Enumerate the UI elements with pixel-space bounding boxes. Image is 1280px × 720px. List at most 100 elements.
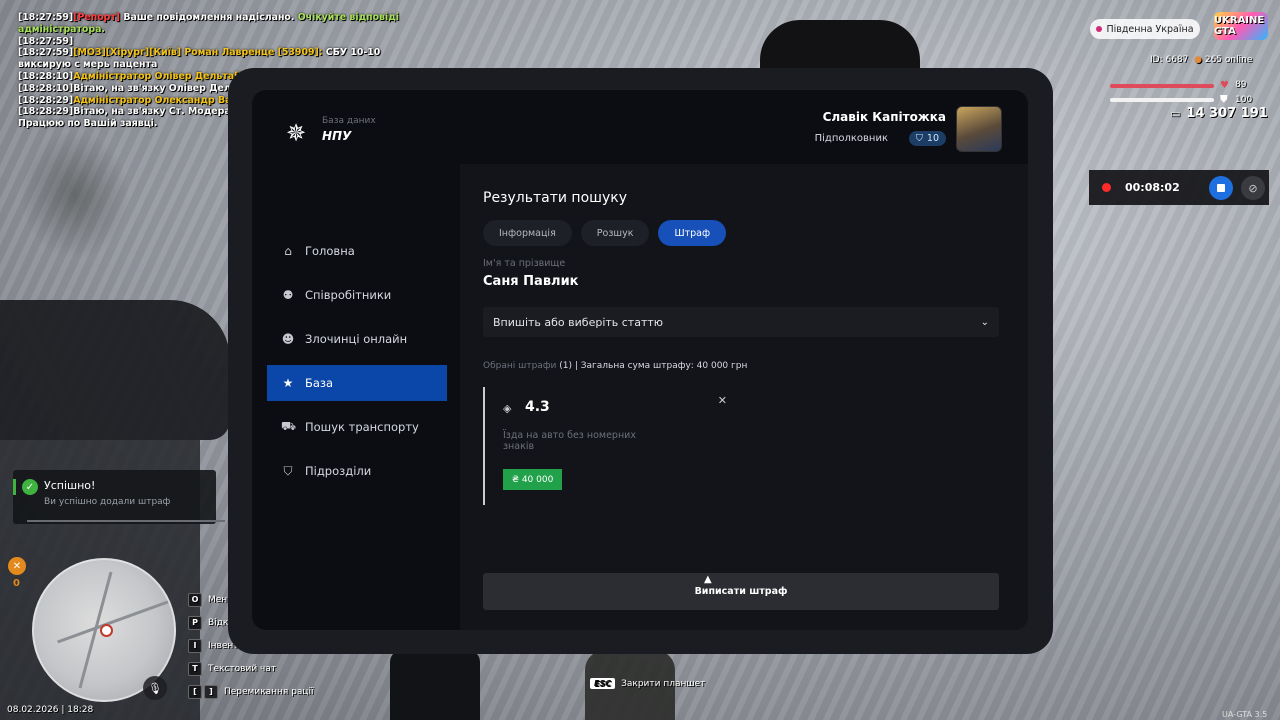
sidebar-item-label: Підрозділи [305, 464, 372, 478]
armor-value: 100 [1235, 95, 1253, 105]
key-cap: ] [204, 684, 218, 699]
main-content: Результати пошуку Інформація Розшук Штраф … [460, 164, 1028, 630]
armor-icon: ⛊ [1220, 94, 1228, 105]
sidebar-item-star[interactable]: ★ База [267, 365, 447, 401]
name-field-value: Саня Павлик [483, 274, 579, 289]
online-icon: ● [1191, 55, 1202, 65]
chat-time: [18:28:10] [18, 82, 74, 94]
car-icon: ⛟ [281, 419, 297, 433]
skull-icon: ☻ [281, 332, 295, 346]
money-icon: ▭ [1170, 107, 1181, 120]
version-text: UA-GTA 3.5 [1222, 710, 1268, 719]
page-title: Результати пошуку [483, 190, 627, 206]
recording-widget: 00:08:02 ⊘ [1089, 170, 1269, 205]
chat-time: [18:28:29] [18, 94, 74, 106]
sidebar-item-label: База [305, 376, 334, 390]
shield-icon: ⛉ [915, 133, 923, 144]
sidebar-item-label: Співробітники [305, 288, 392, 302]
keybind-keys: O [188, 592, 202, 607]
key-cap: I [188, 638, 202, 653]
id-line: ID: 6687 ● 265 online [1150, 55, 1252, 65]
esc-label: Закрити планшет [621, 678, 706, 689]
server-icon [1096, 26, 1103, 32]
health-value: 89 [1235, 80, 1247, 90]
avatar [956, 106, 1002, 152]
money-value: 14 307 191 [1186, 106, 1268, 121]
chat-line: [18:27:59][Репорт] Ваше повідомлення над… [18, 12, 403, 36]
check-icon: ✓ [22, 479, 38, 495]
esc-key[interactable]: ESC [590, 678, 616, 689]
summary-total: | Загальна сума штрафу: 40 000 грн [574, 361, 748, 371]
recording-time: 00:08:02 [1125, 181, 1180, 194]
sidebar-item-label: Пошук транспорту [305, 420, 419, 434]
game-logo: UKRAINE GTA [1214, 12, 1268, 40]
keybind-keys: T [188, 661, 202, 676]
sidebar-item-skull[interactable]: ☻ Злочинці онлайн [267, 321, 447, 357]
toast-title: Успішно! [44, 479, 96, 492]
sidebar-item-users[interactable]: ⚉ Співробітники [267, 277, 447, 313]
heart-icon: ♥ [1220, 80, 1229, 91]
chevron-down-icon: ⌄ [980, 316, 989, 328]
sidebar-item-car[interactable]: ⛟ Пошук транспорту [267, 409, 447, 445]
key-cap: [ [188, 684, 202, 699]
chat-text: Ваше повідомлення надіслано. [120, 12, 298, 23]
chat-time: [18:28:29] [18, 106, 74, 118]
map-road [57, 599, 171, 644]
sidebar-item-label: Злочинці онлайн [305, 332, 408, 346]
tab-0[interactable]: Інформація [483, 220, 572, 246]
toast-stripe [13, 479, 16, 495]
keybind-label: Перемикання рації [224, 686, 314, 697]
article-select-placeholder: Впишіть або виберіть статтю [493, 315, 664, 329]
keybind-label: Текстовий чат [208, 663, 277, 674]
user-level-badge: ⛉ 10 [908, 131, 946, 146]
date-time: 08.02.2026 | 18:28 [7, 705, 94, 715]
chat-time: [18:27:59] [18, 12, 74, 23]
voice-mic-button[interactable]: 🎙 [143, 676, 167, 700]
name-field-label: Ім'я та прізвище [483, 258, 566, 269]
chat-line: [18:27:59] [18, 36, 403, 48]
key-cap: O [188, 592, 202, 607]
key-cap: P [188, 615, 202, 630]
tablet-screen: ✵ База даних НПУ Славік Капітожка Підпол… [252, 90, 1028, 630]
tab-bar: Інформація Розшук Штраф [483, 220, 727, 246]
brand-name: НПУ [322, 129, 352, 143]
fine-description: Їзда на авто без номерних знаків [503, 430, 636, 452]
badge-count: 0 [13, 578, 20, 589]
remove-fine-button[interactable]: ✕ [718, 394, 727, 407]
player-id: ID: 6687 [1150, 55, 1189, 65]
user-level: 10 [926, 133, 939, 144]
cross-icon: ✕ [8, 557, 26, 575]
keybind-keys: [] [188, 684, 218, 699]
chat-time: [18:28:10] [18, 70, 74, 82]
keybind-row: [] Перемикання рації [188, 680, 314, 703]
keybind-label: Мен [208, 594, 228, 605]
background-car [0, 300, 230, 440]
user-profile: Славік Капітожка Підполковник ⛉ 10 [742, 106, 1002, 152]
keybind-row: T Текстовий чат [188, 657, 314, 680]
chat-time: [18:27:59] [18, 35, 74, 47]
keybind-keys: P [188, 615, 202, 630]
sidebar-item-shield[interactable]: ⛉ Підрозділи [267, 453, 447, 489]
background-tree [20, 130, 130, 260]
fines-summary: Обрані штрафи (1) | Загальна сума штрафу… [483, 361, 747, 371]
key-cap: T [188, 661, 202, 676]
sidebar-item-home[interactable]: ⌂ Головна [267, 233, 447, 269]
toast-progress [27, 520, 225, 522]
user-name: Славік Капітожка [822, 110, 946, 124]
chat-text: [Репорт] [73, 12, 121, 23]
police-emblem-icon: ✵ [285, 119, 307, 147]
fine-price: ₴ 40 000 [503, 469, 563, 490]
player-marker-icon [100, 624, 113, 637]
article-select[interactable]: Впишіть або виберіть статтю ⌄ [483, 307, 999, 337]
esc-hint: ESC Закрити планшет [590, 678, 705, 689]
microphone-icon: 🎙 [148, 681, 162, 695]
sidebar-nav: ⌂ Головна ⚉ Співробітники ☻ Злочинці онлайн ★ Б… [267, 233, 447, 497]
tab-2[interactable]: Штраф [658, 220, 727, 246]
tab-1[interactable]: Розшук [580, 220, 650, 246]
issue-fine-button[interactable]: Виписати штраф [483, 573, 999, 610]
user-rank: Підполковник [814, 133, 888, 144]
mute-mic-button[interactable]: ⊘ [1241, 176, 1265, 200]
sidebar-item-label: Головна [305, 244, 355, 258]
fine-code: 4.3 [525, 399, 550, 415]
stop-recording-button[interactable] [1209, 176, 1233, 200]
